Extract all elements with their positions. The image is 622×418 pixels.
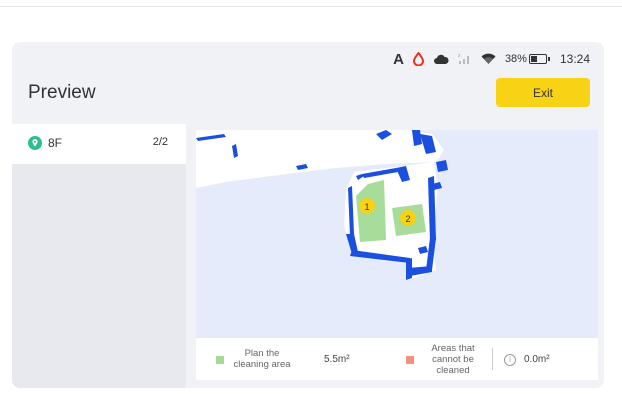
floor-count: 2/2 [152,136,168,148]
room-marker-2[interactable]: 2 [400,210,416,226]
legend-bar: Plan the cleaning area 5.5m² Areas that … [196,338,598,380]
uncleanable-value: 0.0m² [524,354,550,365]
cellular-signal-icon: x [458,53,472,65]
battery-icon [528,54,550,64]
water-drop-icon [412,52,424,66]
page-title: Preview [28,82,96,103]
planned-label: Plan the cleaning area [233,348,291,370]
status-time: 13:24 [559,52,590,66]
location-pin-icon [28,136,42,150]
svg-text:x: x [458,53,461,59]
uncleanable-swatch [406,356,414,364]
room-1-label: 1 [364,202,369,212]
a-indicator: A [393,50,404,68]
cloud-icon [433,54,449,65]
planned-swatch [216,356,224,364]
uncleanable-label: Areas that cannot be cleaned [431,343,475,376]
floor-item-8f[interactable]: 8F 2/2 [12,124,186,164]
planned-value: 5.5m² [324,354,350,365]
battery-indicator: 38% [504,53,550,65]
top-divider [0,6,622,7]
battery-percent: 38% [504,53,527,65]
room-marker-1[interactable]: 1 [359,198,375,214]
legend-divider [492,348,493,370]
exit-button[interactable]: Exit [496,78,590,107]
room-2-label: 2 [405,214,410,224]
floor-label: 8F [48,136,63,150]
info-icon[interactable]: i [504,354,516,366]
floor-sidebar: 8F 2/2 [12,124,186,388]
status-bar: A x 38% 13:24 [393,48,590,70]
cleaning-map[interactable]: 1 2 [196,130,598,338]
device-screen: A x 38% 13:24 Preview Exit 8F 2/2 1 2 Pl… [12,42,604,388]
wifi-icon [481,53,496,65]
